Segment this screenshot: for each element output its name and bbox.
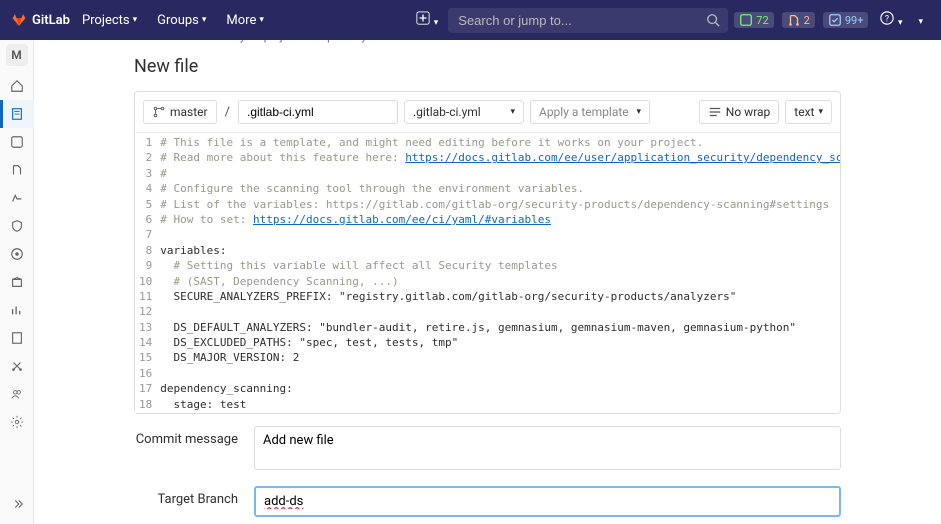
user-menu[interactable]: ▾ — [912, 8, 929, 32]
file-type-select[interactable]: .gitlab-ci.yml▾ — [404, 100, 524, 124]
sidebar-operations[interactable] — [0, 240, 34, 268]
path-separator: / — [223, 105, 232, 120]
commit-message-input[interactable] — [254, 426, 841, 470]
sidebar-snippets[interactable] — [0, 352, 34, 380]
chevron-down-icon: ▾ — [133, 15, 138, 25]
content-area: Nicole Schwartz › mytestproject › Reposi… — [34, 40, 941, 524]
nav-projects[interactable]: Projects▾ — [74, 9, 145, 32]
chevron-down-icon: ▾ — [434, 18, 439, 28]
plus-square-icon — [416, 11, 430, 25]
sidebar-security[interactable] — [0, 212, 34, 240]
sidebar-members[interactable] — [0, 380, 34, 408]
breadcrumb-user[interactable]: Nicole Schwartz — [134, 40, 213, 43]
code-content[interactable]: # This file is a template, and might nee… — [160, 133, 840, 413]
tanuki-icon — [12, 13, 26, 27]
chevron-down-icon: ▾ — [818, 107, 823, 117]
svg-text:?: ? — [885, 15, 889, 25]
syntax-select[interactable]: text▾ — [785, 100, 832, 124]
nav-groups[interactable]: Groups▾ — [149, 9, 214, 32]
todos-counter[interactable]: 99+ — [823, 12, 869, 28]
issue-icon — [739, 13, 753, 27]
sidebar-merge-requests[interactable] — [0, 156, 34, 184]
target-branch-input[interactable] — [254, 486, 841, 517]
target-branch-row: Target Branch Start a new merge request … — [134, 486, 841, 524]
issues-counter[interactable]: 72 — [734, 12, 773, 28]
nowrap-icon — [708, 105, 722, 119]
gitlab-logo[interactable]: GitLab — [12, 13, 70, 28]
template-select[interactable]: Apply a template▾ — [530, 100, 650, 124]
sidebar-cicd[interactable] — [0, 184, 34, 212]
code-editor[interactable]: 1234567891011121314151617181920212223242… — [135, 133, 840, 413]
sidebar-home[interactable] — [0, 72, 34, 100]
sidebar-collapse[interactable] — [0, 490, 34, 518]
filename-input[interactable] — [238, 100, 398, 124]
editor-card: master / .gitlab-ci.yml▾ Apply a templat… — [134, 91, 841, 414]
editor-toolbar: master / .gitlab-ci.yml▾ Apply a templat… — [135, 92, 840, 133]
sidebar-settings[interactable] — [0, 408, 34, 436]
target-branch-label: Target Branch — [134, 486, 254, 507]
global-search-input[interactable] — [448, 8, 728, 33]
chevron-down-icon: ▾ — [510, 107, 515, 117]
breadcrumb-page[interactable]: Repository — [314, 40, 366, 43]
sidebar-wiki[interactable] — [0, 324, 34, 352]
line-gutter: 1234567891011121314151617181920212223242… — [135, 133, 160, 413]
question-icon: ? — [880, 11, 894, 25]
chevron-down-icon: ▾ — [898, 18, 903, 28]
project-sidebar: M — [0, 40, 34, 524]
breadcrumb: Nicole Schwartz › mytestproject › Reposi… — [34, 40, 385, 43]
commit-message-label: Commit message — [134, 426, 254, 447]
sidebar-repository[interactable] — [0, 100, 34, 128]
merge-request-icon — [787, 13, 801, 27]
sidebar-issues[interactable] — [0, 128, 34, 156]
merge-requests-counter[interactable]: 2 — [782, 12, 815, 28]
chevron-down-icon: ▾ — [636, 107, 641, 117]
commit-message-row: Commit message — [134, 426, 841, 474]
chevron-down-icon: ▾ — [202, 15, 207, 25]
global-header: GitLab Projects▾ Groups▾ More▾ ▾ 72 2 99… — [0, 0, 941, 40]
new-dropdown[interactable]: ▾ — [410, 7, 444, 33]
branch-selector[interactable]: master — [143, 100, 217, 124]
sidebar-packages[interactable] — [0, 268, 34, 296]
search-icon — [706, 13, 720, 27]
nav-more[interactable]: More▾ — [218, 9, 271, 32]
project-avatar[interactable]: M — [6, 44, 28, 66]
breadcrumb-project[interactable]: mytestproject — [230, 40, 297, 43]
page-title: New file — [134, 56, 841, 77]
wrap-toggle[interactable]: No wrap — [699, 100, 780, 124]
help-button[interactable]: ? ▾ — [874, 7, 908, 33]
branch-icon — [152, 105, 166, 119]
chevron-down-icon: ▾ — [918, 17, 923, 27]
search-wrap — [448, 8, 728, 33]
chevron-down-icon: ▾ — [259, 15, 264, 25]
todo-icon — [828, 13, 842, 27]
brand-text: GitLab — [32, 13, 70, 28]
sidebar-analytics[interactable] — [0, 296, 34, 324]
